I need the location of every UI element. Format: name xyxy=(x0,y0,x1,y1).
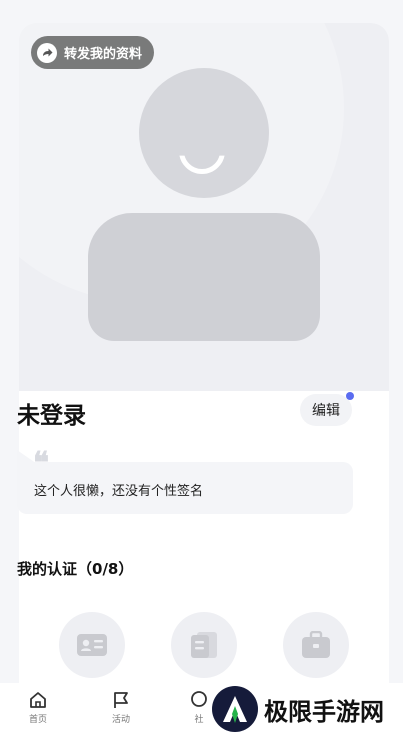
avatar-head xyxy=(139,68,269,198)
watermark-text: 极限手游网 xyxy=(264,696,384,726)
tab-activity[interactable]: 活动 xyxy=(99,690,143,725)
tab-home-label: 首页 xyxy=(28,715,47,725)
tab-activity-label: 活动 xyxy=(111,715,130,725)
home-icon xyxy=(30,692,46,708)
tab-community-label: 社 xyxy=(194,715,204,725)
share-label: 转发我的资料 xyxy=(64,47,143,62)
watermark-logo-icon xyxy=(212,686,258,732)
notification-dot xyxy=(346,392,354,400)
community-icon xyxy=(191,691,207,707)
tab-home[interactable]: 首页 xyxy=(16,690,60,725)
flag-icon xyxy=(114,692,128,708)
quote-icon: ❝ xyxy=(33,446,50,481)
profile-cover: 转发我的资料 xyxy=(19,23,389,391)
edit-button[interactable]: 编辑 xyxy=(300,394,352,426)
signature-text: 这个人很懒，还没有个性签名 xyxy=(34,484,204,499)
certification-title: 我的认证（0/8） xyxy=(17,560,134,578)
user-name: 未登录 xyxy=(17,403,86,429)
id-card-icon[interactable] xyxy=(59,612,125,678)
avatar-body xyxy=(88,213,320,341)
share-profile-button[interactable]: 转发我的资料 xyxy=(31,36,155,69)
watermark: 极限手游网 xyxy=(212,686,398,732)
briefcase-icon[interactable] xyxy=(283,612,349,678)
document-icon[interactable] xyxy=(171,612,237,678)
share-arrow-icon xyxy=(37,42,57,63)
